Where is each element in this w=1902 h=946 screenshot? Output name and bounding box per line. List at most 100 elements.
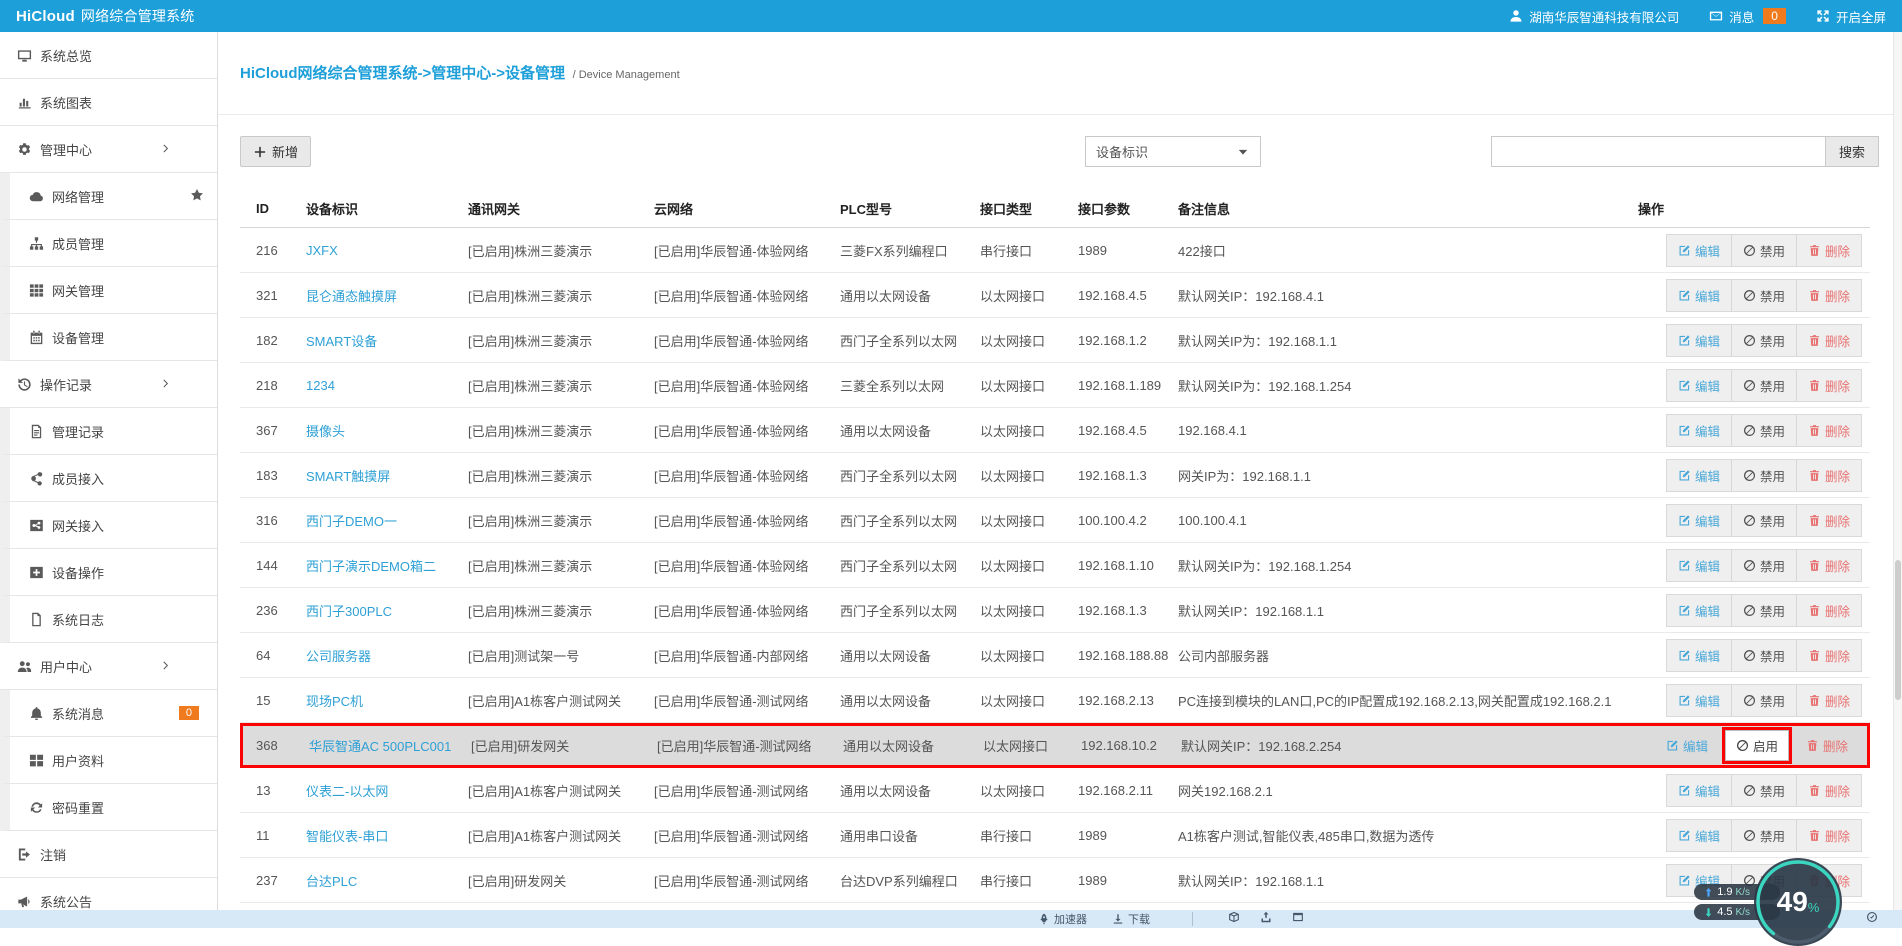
- edit-button[interactable]: 编辑: [1655, 730, 1719, 761]
- disable-button[interactable]: 禁用: [1731, 595, 1796, 626]
- action-button-group: 编辑禁用删除: [1666, 324, 1862, 357]
- delete-button[interactable]: 删除: [1796, 415, 1861, 446]
- disable-button[interactable]: 禁用: [1731, 775, 1796, 806]
- edit-button[interactable]: 编辑: [1667, 685, 1731, 716]
- sidebar-item-网关接入[interactable]: 网关接入: [0, 502, 217, 549]
- device-name-link[interactable]: 华辰智通AC 500PLC001: [309, 736, 471, 755]
- sidebar-item-操作记录[interactable]: 操作记录: [0, 361, 217, 408]
- edit-button[interactable]: 编辑: [1667, 235, 1731, 266]
- search-input[interactable]: [1491, 136, 1826, 167]
- delete-button[interactable]: 删除: [1796, 820, 1861, 851]
- edit-button[interactable]: 编辑: [1667, 550, 1731, 581]
- device-name-link[interactable]: 摄像头: [306, 421, 468, 440]
- delete-button[interactable]: 删除: [1796, 325, 1861, 356]
- disable-button[interactable]: 禁用: [1731, 820, 1796, 851]
- device-name-link[interactable]: 西门子DEMO一: [306, 511, 468, 530]
- device-name-link[interactable]: SMART触摸屏: [306, 466, 468, 485]
- sidebar-item-网络管理[interactable]: 网络管理: [0, 173, 217, 220]
- sidebar-item-成员接入[interactable]: 成员接入: [0, 455, 217, 502]
- sidebar-item-密码重置[interactable]: 密码重置: [0, 784, 217, 831]
- sidebar-item-系统图表[interactable]: 系统图表: [0, 79, 217, 126]
- disable-button[interactable]: 禁用: [1731, 685, 1796, 716]
- ban-icon: [1743, 379, 1756, 392]
- sidebar-item-设备操作[interactable]: 设备操作: [0, 549, 217, 596]
- sidebar-item-系统消息[interactable]: 系统消息0: [0, 690, 217, 737]
- accelerator-button[interactable]: 加速器: [1038, 911, 1087, 927]
- device-name-link[interactable]: 现场PC机: [306, 691, 468, 710]
- edit-button[interactable]: 编辑: [1667, 505, 1731, 536]
- sidebar-item-管理记录[interactable]: 管理记录: [0, 408, 217, 455]
- device-name-link[interactable]: 智能仪表-串口: [306, 826, 468, 845]
- edit-button[interactable]: 编辑: [1667, 820, 1731, 851]
- disable-button[interactable]: 禁用: [1731, 415, 1796, 446]
- delete-button[interactable]: 删除: [1796, 505, 1861, 536]
- delete-button[interactable]: 删除: [1795, 730, 1859, 761]
- device-name-link[interactable]: 西门子演示DEMO箱二: [306, 556, 468, 575]
- edit-button[interactable]: 编辑: [1667, 460, 1731, 491]
- trash-icon: [1806, 739, 1819, 752]
- disable-button[interactable]: 禁用: [1731, 325, 1796, 356]
- ban-icon: [1743, 334, 1756, 347]
- upload-tool-button[interactable]: [1260, 911, 1272, 923]
- device-name-link[interactable]: JXFX: [306, 243, 468, 258]
- sidebar-item-管理中心[interactable]: 管理中心: [0, 126, 217, 173]
- sidebar-item-系统日志[interactable]: 系统日志: [0, 596, 217, 643]
- box-tool-button[interactable]: [1228, 911, 1240, 923]
- edit-button[interactable]: 编辑: [1667, 415, 1731, 446]
- search-button[interactable]: 搜索: [1826, 136, 1879, 167]
- edit-button[interactable]: 编辑: [1667, 325, 1731, 356]
- device-name-link[interactable]: 台达PLC: [306, 871, 468, 890]
- sidebar-item-用户资料[interactable]: 用户资料: [0, 737, 217, 784]
- disable-button[interactable]: 禁用: [1731, 370, 1796, 401]
- memory-percent-circle[interactable]: 49 %: [1754, 858, 1842, 946]
- download-manager-button[interactable]: 下载: [1112, 911, 1150, 927]
- window-tool-button[interactable]: [1292, 911, 1304, 923]
- network-speed-widget[interactable]: 1.9K/s 4.5K/s 49 %: [1694, 858, 1842, 946]
- device-name-link[interactable]: 昆仑通态触摸屏: [306, 286, 468, 305]
- delete-button[interactable]: 删除: [1796, 595, 1861, 626]
- disable-button[interactable]: 禁用: [1731, 280, 1796, 311]
- edit-button[interactable]: 编辑: [1667, 595, 1731, 626]
- cell-gateway: [已启用]A1栋客户测试网关: [468, 781, 654, 800]
- disable-button[interactable]: 禁用: [1731, 460, 1796, 491]
- edit-button[interactable]: 编辑: [1667, 775, 1731, 806]
- status-circle-button[interactable]: [1866, 911, 1878, 923]
- delete-button[interactable]: 删除: [1796, 775, 1861, 806]
- edit-button[interactable]: 编辑: [1667, 280, 1731, 311]
- disable-button[interactable]: 禁用: [1731, 505, 1796, 536]
- device-name-link[interactable]: 西门子300PLC: [306, 601, 468, 620]
- messages-button[interactable]: 消息 0: [1709, 7, 1786, 26]
- sidebar-item-网关管理[interactable]: 网关管理: [0, 267, 217, 314]
- sidebar-item-成员管理[interactable]: 成员管理: [0, 220, 217, 267]
- th-large-icon: [28, 753, 44, 768]
- device-name-link[interactable]: 公司服务器: [306, 646, 468, 665]
- sidebar-item-设备管理[interactable]: 设备管理: [0, 314, 217, 361]
- delete-button[interactable]: 删除: [1796, 460, 1861, 491]
- edit-button[interactable]: 编辑: [1667, 370, 1731, 401]
- fullscreen-button[interactable]: 开启全屏: [1816, 7, 1886, 26]
- sidebar-item-注销[interactable]: 注销: [0, 831, 217, 878]
- disable-button[interactable]: 禁用: [1731, 235, 1796, 266]
- delete-button[interactable]: 删除: [1796, 235, 1861, 266]
- edit-icon: [1678, 514, 1691, 527]
- disable-button[interactable]: 禁用: [1731, 640, 1796, 671]
- toolbar: 新增 设备标识 搜索: [218, 115, 1893, 190]
- edit-button[interactable]: 编辑: [1667, 640, 1731, 671]
- device-name-link[interactable]: 1234: [306, 378, 468, 393]
- disable-button[interactable]: 禁用: [1731, 550, 1796, 581]
- delete-button[interactable]: 删除: [1796, 640, 1861, 671]
- device-name-link[interactable]: SMART设备: [306, 331, 468, 350]
- device-name-link[interactable]: 仪表二-以太网: [306, 781, 468, 800]
- sidebar-item-系统总览[interactable]: 系统总览: [0, 32, 217, 79]
- delete-button[interactable]: 删除: [1796, 370, 1861, 401]
- add-device-button[interactable]: 新增: [240, 136, 311, 167]
- sidebar-item-用户中心[interactable]: 用户中心: [0, 643, 217, 690]
- enable-button[interactable]: 启用: [1725, 730, 1789, 761]
- search-field-select[interactable]: 设备标识: [1085, 136, 1261, 167]
- delete-button[interactable]: 删除: [1796, 280, 1861, 311]
- delete-button[interactable]: 删除: [1796, 685, 1861, 716]
- company-account-button[interactable]: 湖南华辰智通科技有限公司: [1509, 7, 1679, 26]
- delete-button[interactable]: 删除: [1796, 550, 1861, 581]
- scrollbar-track[interactable]: [1893, 32, 1902, 928]
- scrollbar-thumb[interactable]: [1895, 560, 1901, 700]
